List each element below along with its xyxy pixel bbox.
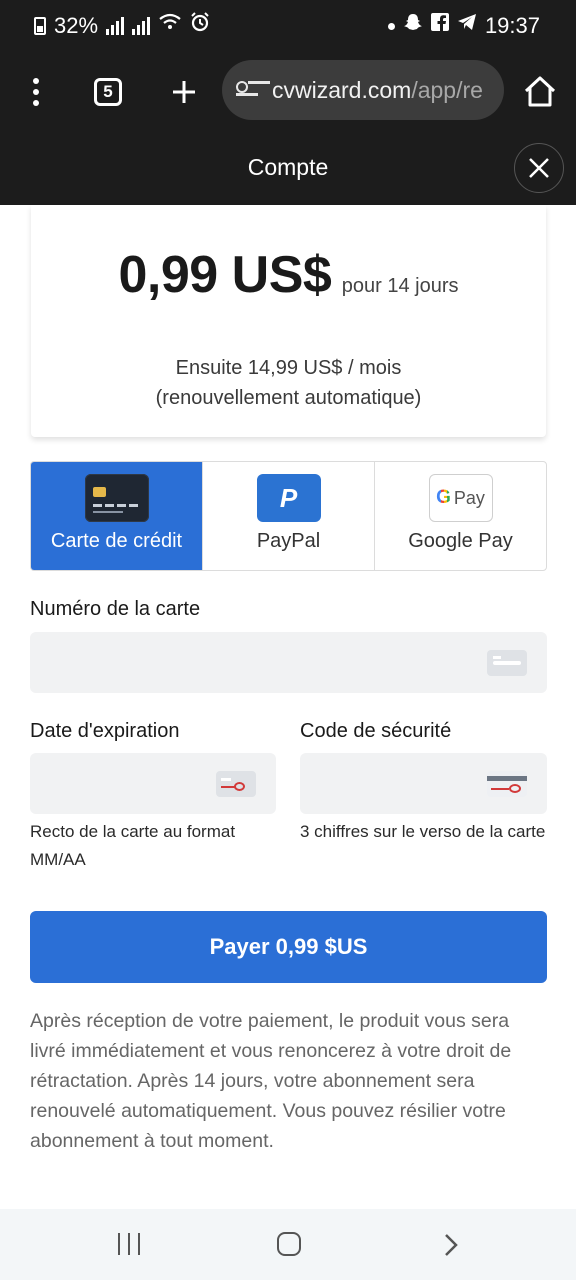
recents-icon[interactable] bbox=[118, 1233, 140, 1255]
card-front-icon bbox=[216, 770, 256, 797]
card-number-input[interactable] bbox=[30, 632, 547, 693]
disclaimer-text: Après réception de votre paiement, le pr… bbox=[30, 1010, 512, 1152]
expiry-label: Date d'expiration bbox=[30, 720, 180, 742]
url-path: /app/re bbox=[411, 76, 483, 103]
google-pay-icon: G Pay bbox=[428, 474, 493, 522]
close-button[interactable] bbox=[514, 143, 564, 193]
new-tab-button[interactable] bbox=[170, 72, 198, 112]
paypal-icon: P bbox=[256, 474, 321, 522]
site-settings-icon[interactable] bbox=[236, 78, 262, 102]
signal-icon bbox=[106, 17, 125, 35]
wifi-icon bbox=[158, 12, 182, 40]
cvc-input[interactable] bbox=[300, 753, 547, 814]
price-period: pour 14 jours bbox=[341, 275, 459, 297]
cvc-label: Code de sécurité bbox=[300, 720, 452, 742]
status-bar: 32% 19:37 bbox=[0, 0, 576, 50]
tab-label: PayPal bbox=[256, 530, 321, 552]
home-button[interactable] bbox=[522, 74, 558, 110]
plus-icon bbox=[173, 81, 195, 103]
home-nav-icon[interactable] bbox=[277, 1232, 301, 1256]
sheet-header: Compte bbox=[0, 134, 576, 205]
tabs-button[interactable]: 5 bbox=[94, 78, 122, 106]
card-back-icon bbox=[487, 770, 527, 797]
renewal-price: Ensuite 14,99 US$ / mois bbox=[175, 357, 402, 379]
browser-toolbar: 5 cvwizard.com/app/re bbox=[0, 50, 576, 134]
tab-credit-card[interactable]: Carte de crédit bbox=[31, 462, 203, 570]
home-icon bbox=[524, 76, 556, 107]
signal-icon bbox=[132, 17, 151, 35]
tab-label: Carte de crédit bbox=[50, 530, 183, 552]
sheet-title: Compte bbox=[247, 154, 329, 180]
battery-icon bbox=[34, 17, 46, 35]
battery-percent: 32% bbox=[54, 13, 99, 38]
renewal-note: (renouvellement automatique) bbox=[155, 387, 422, 409]
telegram-icon bbox=[457, 13, 477, 39]
price-card: 0,99 US$ pour 14 jours Ensuite 14,99 US$… bbox=[31, 205, 546, 437]
pay-button[interactable]: Payer 0,99 $US bbox=[30, 911, 547, 983]
price-amount: 0,99 US$ bbox=[118, 246, 332, 304]
system-nav-bar bbox=[0, 1209, 576, 1280]
url-domain: cvwizard.com bbox=[272, 76, 412, 103]
facebook-icon bbox=[430, 13, 449, 39]
cvc-hint: 3 chiffres sur le verso de la carte bbox=[300, 822, 546, 841]
notification-dot-icon bbox=[387, 22, 395, 30]
price-line: 0,99 US$ pour 14 jours bbox=[31, 245, 546, 305]
status-right: 19:37 bbox=[387, 12, 540, 40]
renewal-info: Ensuite 14,99 US$ / mois (renouvellement… bbox=[31, 353, 546, 413]
credit-card-icon bbox=[84, 474, 149, 522]
expiry-hint: Recto de la carte au format MM/AA bbox=[30, 822, 236, 869]
tab-google-pay[interactable]: G Pay Google Pay bbox=[375, 462, 546, 570]
url-text: cvwizard.com/app/re bbox=[272, 77, 483, 104]
menu-dots-icon[interactable] bbox=[28, 72, 44, 112]
url-bar[interactable]: cvwizard.com/app/re bbox=[222, 60, 504, 120]
back-icon[interactable] bbox=[440, 1233, 462, 1257]
expiry-input[interactable] bbox=[30, 753, 276, 814]
snapchat-icon bbox=[403, 12, 423, 40]
status-left: 32% bbox=[34, 12, 210, 40]
payment-method-tabs: Carte de crédit P PayPal G Pay Google Pay bbox=[30, 461, 547, 571]
card-number-label: Numéro de la carte bbox=[30, 598, 201, 620]
clock: 19:37 bbox=[484, 13, 540, 38]
card-number-icon bbox=[487, 649, 527, 676]
gpay-logo-text: Pay bbox=[453, 487, 485, 508]
alarm-icon bbox=[190, 12, 210, 40]
tab-label: Google Pay bbox=[408, 530, 513, 552]
tab-paypal[interactable]: P PayPal bbox=[203, 462, 375, 570]
close-icon bbox=[529, 158, 549, 178]
